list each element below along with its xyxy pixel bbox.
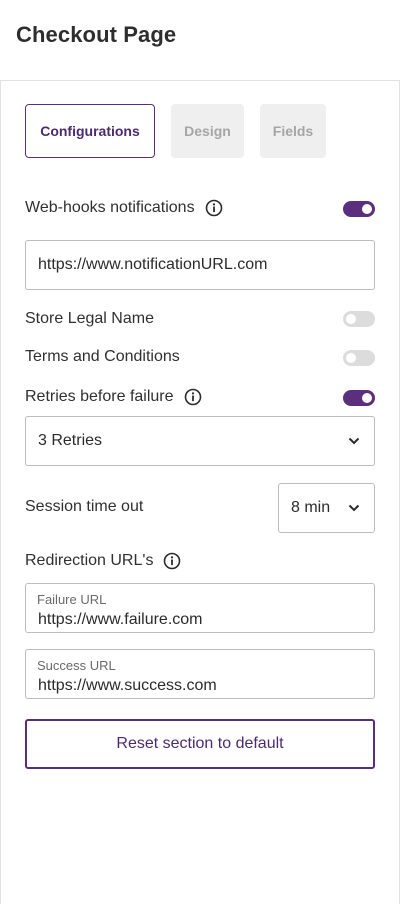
session-selected-value: 8 min (291, 499, 331, 516)
toggle-knob (362, 393, 372, 403)
reset-section-button[interactable]: Reset section to default (25, 719, 375, 769)
store-legal-name-toggle[interactable] (343, 311, 375, 327)
retries-label: Retries before failure (25, 388, 174, 405)
failure-url-field[interactable]: Failure URL https://www.failure.com (25, 583, 375, 633)
retries-select[interactable]: 3 Retries (25, 416, 375, 466)
session-timeout-select[interactable]: 8 min (278, 483, 375, 533)
webhooks-label: Web-hooks notifications (25, 199, 195, 216)
toggle-knob (362, 204, 372, 214)
webhooks-toggle[interactable] (343, 201, 375, 217)
retries-toggle[interactable] (343, 390, 375, 406)
terms-toggle[interactable] (343, 350, 375, 366)
redirection-row: Redirection URL's (25, 552, 181, 570)
retries-selected-value: 3 Retries (38, 432, 103, 449)
info-icon[interactable] (163, 552, 181, 570)
session-label: Session time out (25, 498, 144, 515)
tab-fields[interactable]: Fields (260, 104, 326, 158)
notification-url-value: https://www.notificationURL.com (38, 256, 268, 273)
chevron-down-icon (348, 437, 360, 445)
session-row: Session time out (25, 498, 143, 516)
page-title: Checkout Page (16, 22, 177, 47)
info-icon[interactable] (205, 199, 223, 217)
store-legal-name-label: Store Legal Name (25, 310, 154, 327)
failure-url-value: https://www.failure.com (38, 611, 203, 628)
terms-label: Terms and Conditions (25, 348, 180, 365)
webhooks-row: Web-hooks notifications (25, 199, 223, 217)
toggle-knob (346, 314, 356, 324)
notification-url-field[interactable]: https://www.notificationURL.com (25, 240, 375, 290)
store-legal-name-row: Store Legal Name (25, 310, 154, 328)
toggle-knob (346, 353, 356, 363)
info-icon[interactable] (184, 388, 202, 406)
tab-configurations[interactable]: Configurations (25, 104, 155, 158)
success-url-value: https://www.success.com (38, 677, 217, 694)
chevron-down-icon (348, 504, 360, 512)
retries-row: Retries before failure (25, 388, 202, 406)
failure-url-label: Failure URL (37, 592, 107, 607)
redirection-label: Redirection URL's (25, 552, 154, 569)
success-url-field[interactable]: Success URL https://www.success.com (25, 649, 375, 699)
success-url-label: Success URL (37, 658, 116, 673)
terms-row: Terms and Conditions (25, 348, 180, 366)
tab-design[interactable]: Design (171, 104, 244, 158)
